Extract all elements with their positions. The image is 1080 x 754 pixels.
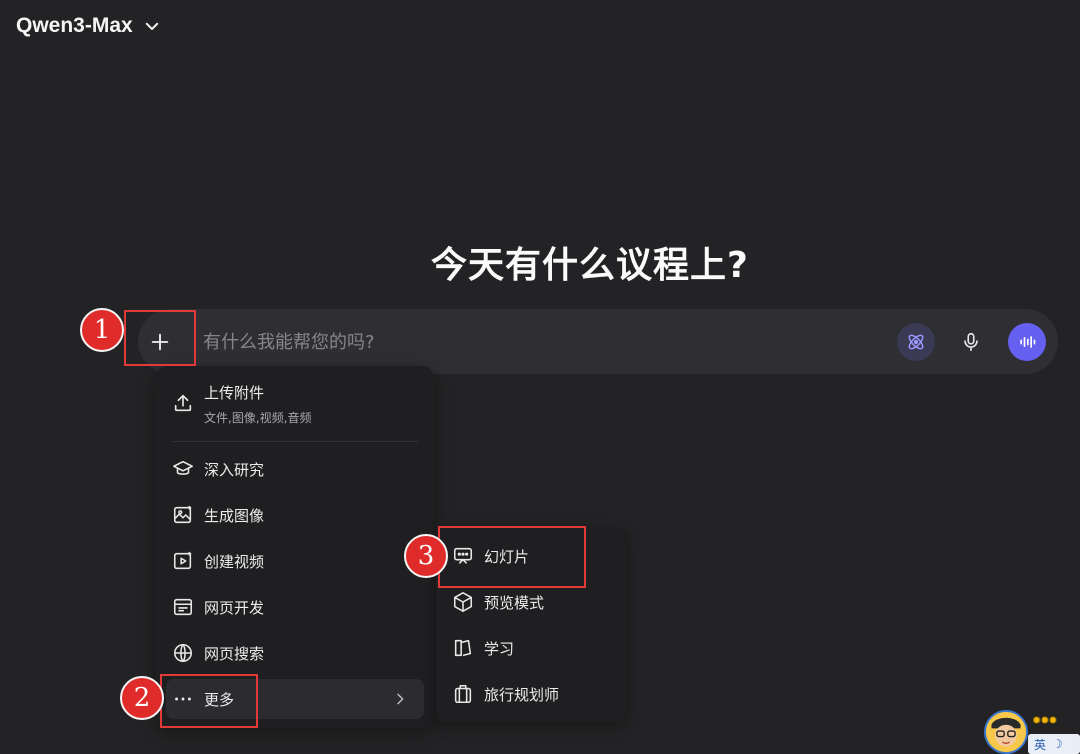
ime-indicator[interactable]: 英 ☽ (1028, 734, 1080, 754)
menu-item-web-dev[interactable]: 网页开发 (166, 587, 424, 627)
submenu-item-label: 预览模式 (484, 593, 545, 612)
menu-item-label: 更多 (204, 690, 235, 709)
ime-language-label: 英 (1034, 737, 1047, 752)
microphone-button[interactable] (952, 323, 990, 361)
menu-item-label: 生成图像 (204, 506, 265, 525)
upload-icon (172, 392, 194, 414)
add-attachment-button[interactable] (140, 322, 180, 362)
thinking-toggle-button[interactable] (897, 323, 935, 361)
submenu-item-learn[interactable]: 学习 (444, 629, 618, 667)
menu-divider (172, 441, 418, 442)
menu-item-label: 网页搜索 (204, 644, 265, 663)
submenu-item-label: 幻灯片 (484, 547, 530, 566)
menu-item-deep-research[interactable]: 深入研究 (166, 449, 424, 489)
star-decoration-icon: ✹✹✹ (1032, 714, 1058, 727)
prompt-input[interactable] (203, 326, 863, 358)
sound-wave-icon (1020, 336, 1036, 348)
model-selector[interactable]: Qwen3-Max (16, 14, 161, 38)
system-tray-widget: ✹✹✹ 英 ☽ (984, 708, 1080, 754)
chevron-right-icon (397, 693, 404, 705)
menu-item-upload[interactable]: 上传附件 文件,图像,视频,音频 (166, 376, 424, 434)
submenu-item-label: 学习 (484, 639, 515, 658)
ellipsis-icon (172, 688, 194, 710)
page-headline: 今天有什么议程上? (431, 245, 749, 286)
graduation-cap-icon (172, 458, 194, 480)
video-play-icon (172, 550, 194, 572)
menu-item-label: 网页开发 (204, 598, 265, 617)
slides-icon (452, 545, 474, 567)
more-submenu: 幻灯片 预览模式 学习 旅行规划师 (436, 528, 626, 722)
annotation-step-1: 1 (80, 308, 124, 352)
moon-icon: ☽ (1052, 737, 1063, 751)
menu-item-label: 深入研究 (204, 460, 265, 479)
submenu-item-slides[interactable]: 幻灯片 (444, 537, 618, 575)
luggage-icon (452, 683, 474, 705)
cartoon-face-icon (986, 712, 1026, 752)
attachment-menu: 上传附件 文件,图像,视频,音频 深入研究 生成图像 创建视频 网页开发 网页搜… (156, 366, 434, 728)
menu-item-generate-image[interactable]: 生成图像 (166, 495, 424, 535)
upload-sublabel: 文件,图像,视频,音频 (204, 411, 312, 425)
atom-icon (908, 334, 924, 350)
globe-icon (172, 642, 194, 664)
upload-label: 上传附件 (204, 384, 265, 402)
cube-icon (452, 591, 474, 613)
chevron-down-icon (145, 22, 158, 30)
model-name: Qwen3-Max (16, 14, 133, 37)
voice-chat-button[interactable] (1008, 323, 1046, 361)
annotation-step-2: 2 (120, 676, 164, 720)
menu-item-web-search[interactable]: 网页搜索 (166, 633, 424, 673)
avatar[interactable] (984, 710, 1028, 754)
menu-item-label: 创建视频 (204, 552, 265, 571)
menu-item-more[interactable]: 更多 (166, 679, 424, 719)
microphone-icon (964, 332, 978, 352)
submenu-item-label: 旅行规划师 (484, 685, 560, 704)
web-dev-icon (172, 596, 194, 618)
submenu-item-travel-planner[interactable]: 旅行规划师 (444, 675, 618, 713)
plus-icon (151, 333, 169, 351)
image-sparkle-icon (172, 504, 194, 526)
menu-item-create-video[interactable]: 创建视频 (166, 541, 424, 581)
submenu-item-preview-mode[interactable]: 预览模式 (444, 583, 618, 621)
book-icon (452, 637, 474, 659)
annotation-step-3: 3 (404, 534, 448, 578)
